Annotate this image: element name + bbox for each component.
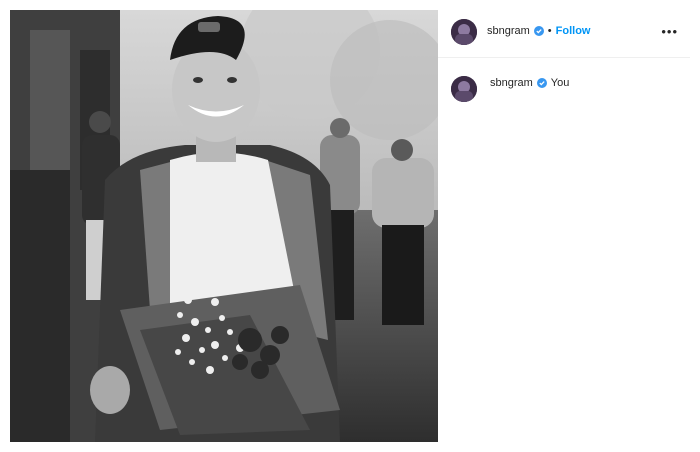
instagram-post: sbngram • Follow ••• sbngram You [0, 0, 700, 452]
post-header: sbngram • Follow ••• [438, 10, 690, 58]
caption-avatar[interactable] [451, 76, 477, 102]
caption-avatar-image [451, 76, 477, 102]
header-username[interactable]: sbngram [487, 25, 530, 37]
follow-button[interactable]: Follow [556, 25, 591, 37]
caption-line: sbngram You [490, 77, 569, 89]
header-line: sbngram • Follow [487, 25, 590, 37]
avatar[interactable] [451, 19, 477, 45]
post-photo[interactable] [10, 10, 438, 442]
header-separator: • [547, 25, 552, 37]
post-photo-image [10, 10, 438, 442]
post-side-panel: sbngram • Follow ••• sbngram You [438, 10, 690, 442]
caption-verified-badge-icon [536, 78, 547, 88]
caption-username[interactable]: sbngram [490, 77, 533, 89]
caption-text: You [550, 77, 570, 89]
verified-badge-icon [533, 26, 544, 36]
avatar-image [451, 19, 477, 45]
more-options-icon[interactable]: ••• [661, 24, 678, 39]
